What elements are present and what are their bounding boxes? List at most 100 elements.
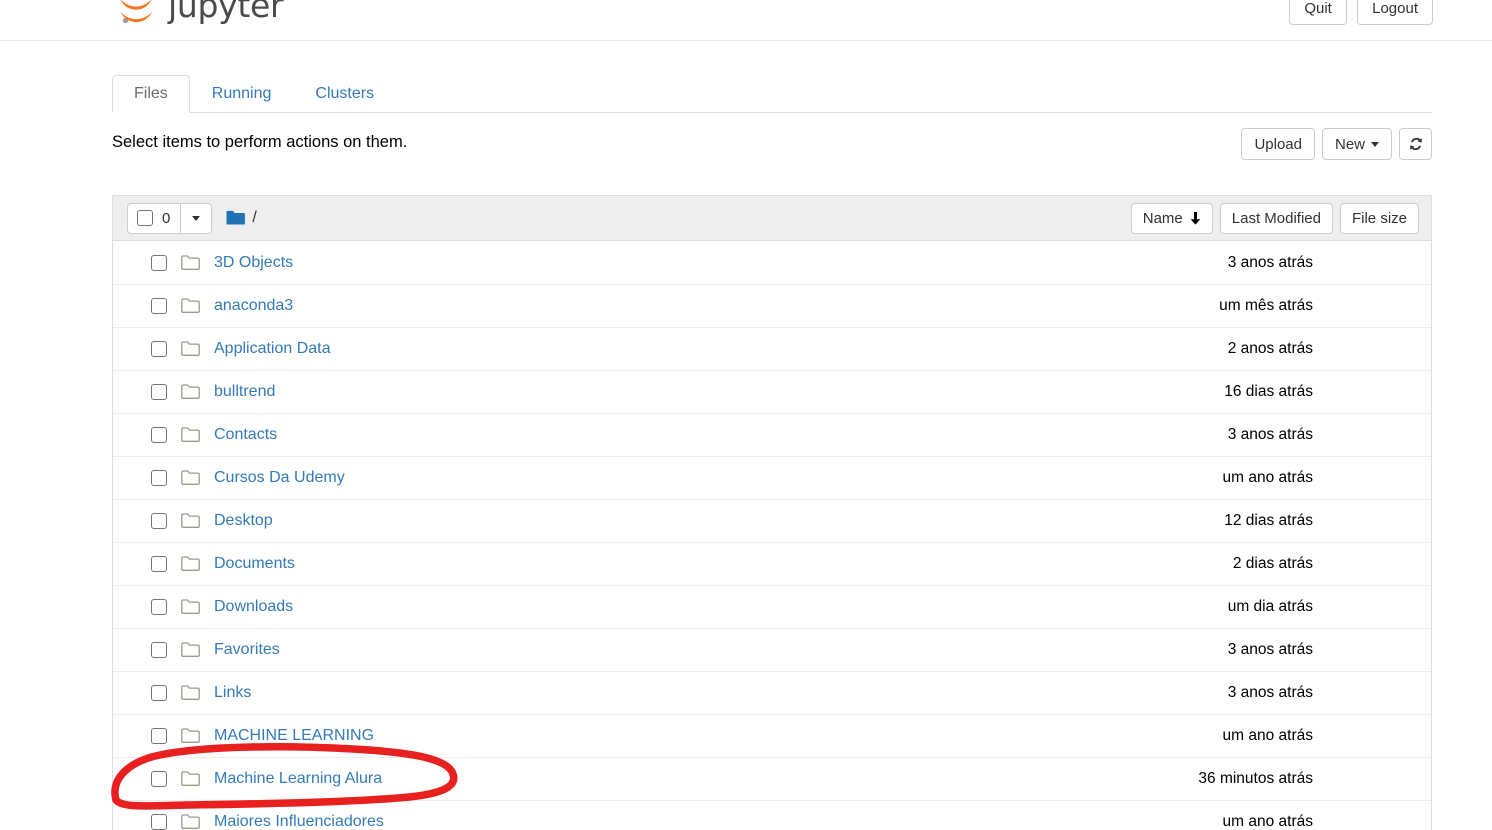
row-checkbox[interactable] <box>151 814 167 830</box>
last-modified-value: um ano atrás <box>1222 469 1313 486</box>
row-checkbox[interactable] <box>151 470 167 486</box>
select-all-control[interactable]: 0 <box>127 202 181 234</box>
row-left: Cursos Da Udemy <box>151 469 345 487</box>
table-row[interactable]: MACHINE LEARNING um ano atrás <box>113 714 1431 757</box>
last-modified-value: 16 dias atrás <box>1224 383 1313 400</box>
folder-icon <box>181 427 200 443</box>
row-checkbox[interactable] <box>151 298 167 314</box>
selection-dropdown-button[interactable] <box>180 202 213 234</box>
folder-icon <box>181 728 200 744</box>
tab-running[interactable]: Running <box>190 75 294 113</box>
refresh-icon <box>1408 136 1424 152</box>
row-checkbox[interactable] <box>151 599 167 615</box>
file-name-link[interactable]: Contacts <box>214 426 277 444</box>
file-list-header: 0 / Name Last Modified File size <box>113 196 1431 241</box>
folder-icon <box>181 254 200 271</box>
table-row[interactable]: 3D Objects 3 anos atrás <box>113 241 1431 284</box>
row-checkbox[interactable] <box>151 642 167 658</box>
table-row[interactable]: Links 3 anos atrás <box>113 671 1431 714</box>
select-all-checkbox[interactable] <box>137 210 153 226</box>
chevron-down-icon <box>192 215 201 221</box>
sort-by-name-button[interactable]: Name <box>1130 202 1213 234</box>
file-rows: 3D Objects 3 anos atrás anaconda3 um mês at… <box>113 241 1431 830</box>
breadcrumb[interactable]: / <box>226 209 257 227</box>
file-name-link[interactable]: Cursos Da Udemy <box>214 469 345 487</box>
row-left: Favorites <box>151 641 280 659</box>
row-checkbox[interactable] <box>151 556 167 572</box>
folder-filled-icon <box>226 210 246 226</box>
last-modified-value: 3 anos atrás <box>1227 684 1313 701</box>
file-name-link[interactable]: 3D Objects <box>214 254 293 272</box>
file-name-link[interactable]: anaconda3 <box>214 297 293 315</box>
folder-icon <box>181 771 200 787</box>
table-row[interactable]: bulltrend 16 dias atrás <box>113 370 1431 413</box>
new-button-label: New <box>1334 135 1365 153</box>
folder-icon <box>181 642 200 658</box>
row-checkbox[interactable] <box>151 427 167 443</box>
page-header: jupyter Quit Logout <box>0 0 1492 41</box>
file-name-link[interactable]: bulltrend <box>214 383 275 401</box>
jupyter-brand[interactable]: jupyter <box>113 0 284 29</box>
table-row[interactable]: anaconda3 um mês atrás <box>113 284 1431 327</box>
file-name-link[interactable]: Links <box>214 684 251 702</box>
table-row[interactable]: Maiores Influenciadores um ano atrás <box>113 800 1431 830</box>
table-row[interactable]: Downloads um dia atrás <box>113 585 1431 628</box>
file-name-link[interactable]: Maiores Influenciadores <box>214 813 384 830</box>
last-modified-value: 3 anos atrás <box>1227 426 1313 443</box>
row-checkbox[interactable] <box>151 685 167 701</box>
file-name-link[interactable]: Downloads <box>214 598 293 616</box>
sort-by-file-size-button[interactable]: File size <box>1339 202 1419 234</box>
header-buttons: Quit Logout <box>1289 0 1433 25</box>
row-left: Contacts <box>151 426 277 444</box>
tab-files[interactable]: Files <box>112 75 190 113</box>
select-items-hint: Select items to perform actions on them. <box>112 133 408 151</box>
row-checkbox[interactable] <box>151 513 167 529</box>
row-checkbox[interactable] <box>151 728 167 744</box>
folder-icon <box>181 298 200 314</box>
tab-clusters[interactable]: Clusters <box>293 75 396 113</box>
file-list: 0 / Name Last Modified File size 3D Obje… <box>112 195 1432 830</box>
file-name-link[interactable]: Machine Learning Alura <box>214 770 382 788</box>
row-checkbox[interactable] <box>151 341 167 357</box>
file-name-link[interactable]: Desktop <box>214 512 273 530</box>
file-name-link[interactable]: Documents <box>214 555 295 573</box>
last-modified-value: um dia atrás <box>1227 598 1313 615</box>
folder-icon <box>181 556 200 572</box>
row-left: Downloads <box>151 598 293 616</box>
action-toolbar: Select items to perform actions on them.… <box>112 128 1432 164</box>
file-name-link[interactable]: Favorites <box>214 641 280 659</box>
main-tabs: Files Running Clusters <box>112 75 1432 113</box>
refresh-button[interactable] <box>1399 128 1432 160</box>
last-modified-value: 36 minutos atrás <box>1198 770 1313 787</box>
row-checkbox[interactable] <box>151 771 167 787</box>
folder-icon <box>181 341 200 357</box>
action-buttons: Upload New <box>1241 128 1432 160</box>
row-left: Maiores Influenciadores <box>151 813 384 830</box>
arrow-down-icon <box>1190 211 1201 225</box>
table-row[interactable]: Machine Learning Alura 36 minutos atrás <box>113 757 1431 800</box>
last-modified-value: 3 anos atrás <box>1227 641 1313 658</box>
row-checkbox[interactable] <box>151 384 167 400</box>
new-dropdown-button[interactable]: New <box>1321 128 1392 160</box>
row-left: anaconda3 <box>151 297 293 315</box>
row-left: Documents <box>151 555 295 573</box>
table-row[interactable]: Desktop 12 dias atrás <box>113 499 1431 542</box>
last-modified-value: 2 anos atrás <box>1227 340 1313 357</box>
table-row[interactable]: Favorites 3 anos atrás <box>113 628 1431 671</box>
folder-icon <box>181 599 200 615</box>
sort-by-last-modified-button[interactable]: Last Modified <box>1219 202 1333 234</box>
table-row[interactable]: Contacts 3 anos atrás <box>113 413 1431 456</box>
quit-button[interactable]: Quit <box>1289 0 1348 25</box>
selection-control-group: 0 <box>127 202 213 234</box>
chevron-down-icon <box>1371 141 1379 147</box>
logout-button[interactable]: Logout <box>1357 0 1433 25</box>
table-row[interactable]: Documents 2 dias atrás <box>113 542 1431 585</box>
row-checkbox[interactable] <box>151 254 167 271</box>
file-name-link[interactable]: Application Data <box>214 340 331 358</box>
jupyter-logo-icon <box>113 0 159 29</box>
file-name-link[interactable]: MACHINE LEARNING <box>214 727 374 745</box>
upload-button[interactable]: Upload <box>1241 128 1315 160</box>
table-row[interactable]: Application Data 2 anos atrás <box>113 327 1431 370</box>
sort-buttons: Name Last Modified File size <box>1130 202 1419 234</box>
table-row[interactable]: Cursos Da Udemy um ano atrás <box>113 456 1431 499</box>
